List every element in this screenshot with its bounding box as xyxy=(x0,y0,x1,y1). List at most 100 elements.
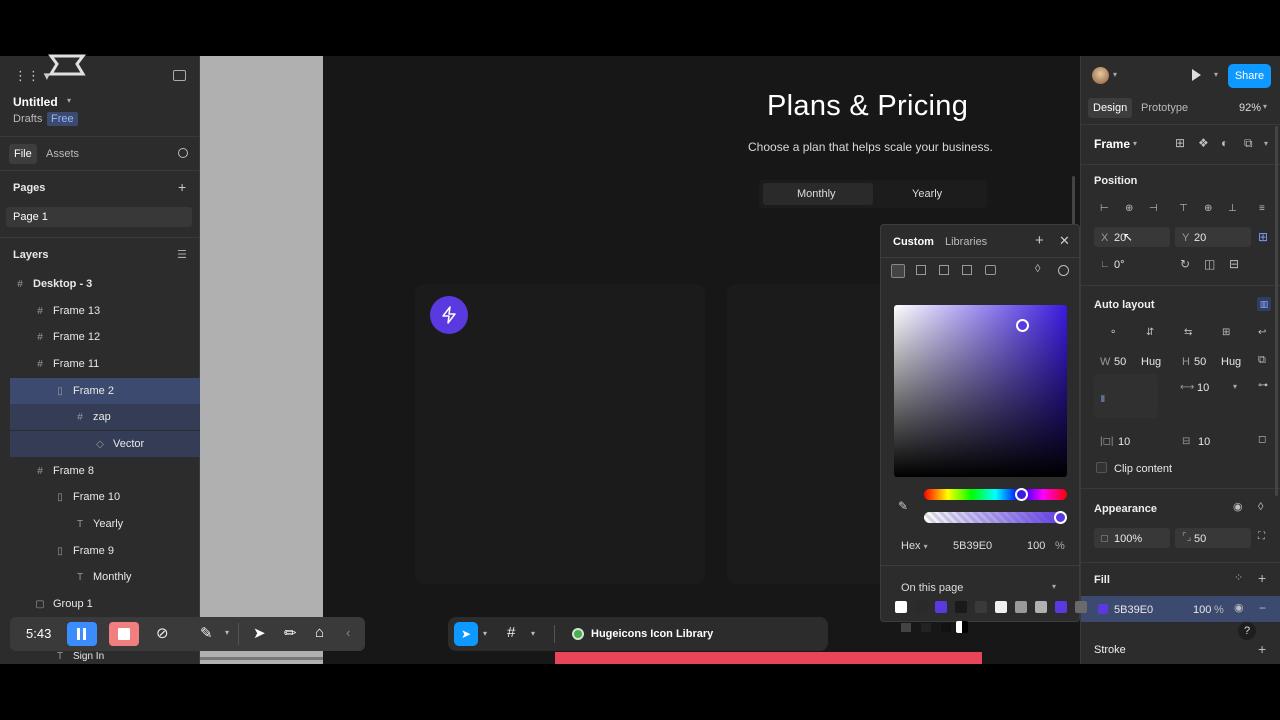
boolean-icon[interactable]: ⧉ xyxy=(1244,137,1253,149)
pause-button[interactable] xyxy=(67,622,97,646)
flip-horizontal-icon[interactable]: ◫ xyxy=(1204,258,1215,270)
layer-row[interactable]: T Monthly xyxy=(0,564,200,590)
style-grid-icon[interactable]: ⁘ xyxy=(1234,573,1243,584)
chevron-down-icon[interactable]: ▾ xyxy=(1263,102,1267,111)
swatch[interactable] xyxy=(955,601,967,613)
layer-row[interactable]: T Yearly xyxy=(0,511,200,537)
pen-icon[interactable]: ✎ xyxy=(200,624,213,642)
layout-horizontal-icon[interactable]: ⇆ xyxy=(1184,328,1192,338)
yearly-label[interactable]: Yearly xyxy=(912,188,942,200)
tab-file[interactable]: File xyxy=(9,144,37,164)
panel-scrollbar[interactable] xyxy=(1275,126,1278,496)
help-icon[interactable]: ? xyxy=(1238,622,1256,640)
eye-icon[interactable]: ◉ xyxy=(1234,603,1244,614)
tab-libraries[interactable]: Libraries xyxy=(945,236,987,248)
toggle-sidebar-icon[interactable] xyxy=(173,70,186,81)
frame-tool-icon[interactable]: # xyxy=(507,624,515,641)
vertical-padding-value[interactable]: 10 xyxy=(1198,436,1210,448)
avatar[interactable] xyxy=(1092,67,1109,84)
hue-handle[interactable] xyxy=(1015,488,1028,501)
move-tool-button[interactable]: ➤ xyxy=(454,622,478,646)
file-location[interactable]: Drafts xyxy=(13,113,42,125)
layer-row-selected[interactable]: ▯ Frame 2 xyxy=(10,378,200,404)
layer-row[interactable]: # Frame 11 xyxy=(0,351,200,377)
padding-individual-icon[interactable]: ◻ xyxy=(1258,435,1266,445)
solid-fill-icon[interactable] xyxy=(891,264,905,278)
remove-fill-icon[interactable]: − xyxy=(1259,602,1266,614)
spacing-mode-icon[interactable]: ⊶ xyxy=(1258,381,1268,391)
eyedropper-icon[interactable]: ✎ xyxy=(898,499,908,513)
component-icon[interactable]: ⊞ xyxy=(1175,137,1185,149)
layer-row[interactable]: # Frame 8 xyxy=(0,458,200,484)
align-center-v-icon[interactable]: ⊕ xyxy=(1204,204,1212,214)
mute-mic-icon[interactable]: ⊘ xyxy=(156,624,169,642)
hex-input[interactable]: 5B39E0 xyxy=(953,540,992,552)
swatch[interactable] xyxy=(1035,601,1047,613)
swatch[interactable] xyxy=(915,601,927,613)
add-page-icon[interactable]: + xyxy=(178,179,186,195)
opacity-input[interactable]: 100 xyxy=(1027,540,1045,552)
linear-gradient-icon[interactable] xyxy=(916,265,926,275)
w-value[interactable]: 50 xyxy=(1114,356,1126,368)
swatch[interactable] xyxy=(975,601,987,613)
swatch[interactable] xyxy=(995,601,1007,613)
swatch[interactable] xyxy=(1055,601,1067,613)
chevron-down-icon[interactable]: ▾ xyxy=(67,96,71,105)
layer-row[interactable]: # Desktop - 3 xyxy=(0,271,200,297)
tab-design[interactable]: Design xyxy=(1088,98,1133,118)
color-handle[interactable] xyxy=(1016,319,1029,332)
swatch[interactable] xyxy=(895,601,907,613)
tab-assets[interactable]: Assets xyxy=(46,148,79,160)
gap-value[interactable]: 10 xyxy=(1197,382,1209,394)
saturation-brightness-area[interactable] xyxy=(894,305,1067,477)
collapse-icon[interactable]: ‹ xyxy=(346,625,350,640)
plugin-name[interactable]: Hugeicons Icon Library xyxy=(591,628,713,640)
eye-icon[interactable]: ◉ xyxy=(1233,502,1243,513)
draw-icon[interactable]: ✏ xyxy=(284,624,297,642)
constraints-icon[interactable]: ⊞ xyxy=(1258,231,1268,243)
hue-slider[interactable] xyxy=(924,489,1067,500)
layout-free-icon[interactable]: ⚬ xyxy=(1109,328,1117,338)
clip-content-checkbox[interactable] xyxy=(1096,462,1107,473)
layers-menu-icon[interactable]: ☰ xyxy=(177,248,187,261)
fill-hex[interactable]: 5B39E0 xyxy=(1114,604,1153,616)
layer-row[interactable]: ◇ Vector xyxy=(10,431,200,457)
figma-menu-icon[interactable]: ⋮⋮ ▾ xyxy=(14,68,50,84)
scrollbar-horizontal[interactable] xyxy=(200,657,323,660)
tab-custom[interactable]: Custom xyxy=(893,236,934,248)
color-mode-select[interactable]: Hex ▾ xyxy=(901,540,928,552)
h-value[interactable]: 50 xyxy=(1194,356,1206,368)
layer-row[interactable]: ▯ Frame 10 xyxy=(0,484,200,510)
w-mode[interactable]: Hug xyxy=(1141,356,1161,368)
video-fill-icon[interactable] xyxy=(985,265,996,275)
search-icon[interactable] xyxy=(178,148,188,158)
share-button[interactable]: Share xyxy=(1228,64,1271,88)
frame-type-select[interactable]: Frame xyxy=(1094,137,1130,151)
swatch[interactable] xyxy=(935,601,947,613)
layer-row[interactable]: # Frame 12 xyxy=(0,324,200,350)
create-component-icon[interactable]: ❖ xyxy=(1198,137,1209,149)
blend-mode-icon[interactable]: ◊ xyxy=(1035,263,1040,275)
swatch[interactable] xyxy=(956,621,968,633)
layer-row[interactable]: ▯ Frame 9 xyxy=(0,538,200,564)
layer-row[interactable]: # zap xyxy=(10,404,200,430)
align-center-h-icon[interactable]: ⊕ xyxy=(1125,204,1133,214)
swatch[interactable] xyxy=(1015,601,1027,613)
chevron-down-icon[interactable]: ▾ xyxy=(1233,382,1237,391)
auto-layout-settings-icon[interactable]: ▥ xyxy=(1257,297,1271,311)
align-right-icon[interactable]: ⊣ xyxy=(1149,204,1158,214)
close-icon[interactable]: ✕ xyxy=(1059,233,1070,249)
corner-individual-icon[interactable]: ⛶ xyxy=(1258,532,1265,542)
layout-grid-icon[interactable]: ⊞ xyxy=(1222,328,1230,338)
swatch[interactable] xyxy=(921,623,931,632)
chevron-down-icon[interactable]: ▾ xyxy=(483,629,487,638)
swatch[interactable] xyxy=(941,623,951,632)
flip-vertical-icon[interactable]: ⊟ xyxy=(1229,258,1239,270)
swatch[interactable] xyxy=(901,623,911,632)
tab-prototype[interactable]: Prototype xyxy=(1141,102,1188,114)
zap-icon[interactable] xyxy=(430,296,468,334)
file-title[interactable]: Untitled xyxy=(13,95,58,109)
align-top-icon[interactable]: ⊤ xyxy=(1179,204,1188,214)
chevron-down-icon[interactable]: ▾ xyxy=(531,629,535,638)
chevron-down-icon[interactable]: ▾ xyxy=(225,628,229,637)
